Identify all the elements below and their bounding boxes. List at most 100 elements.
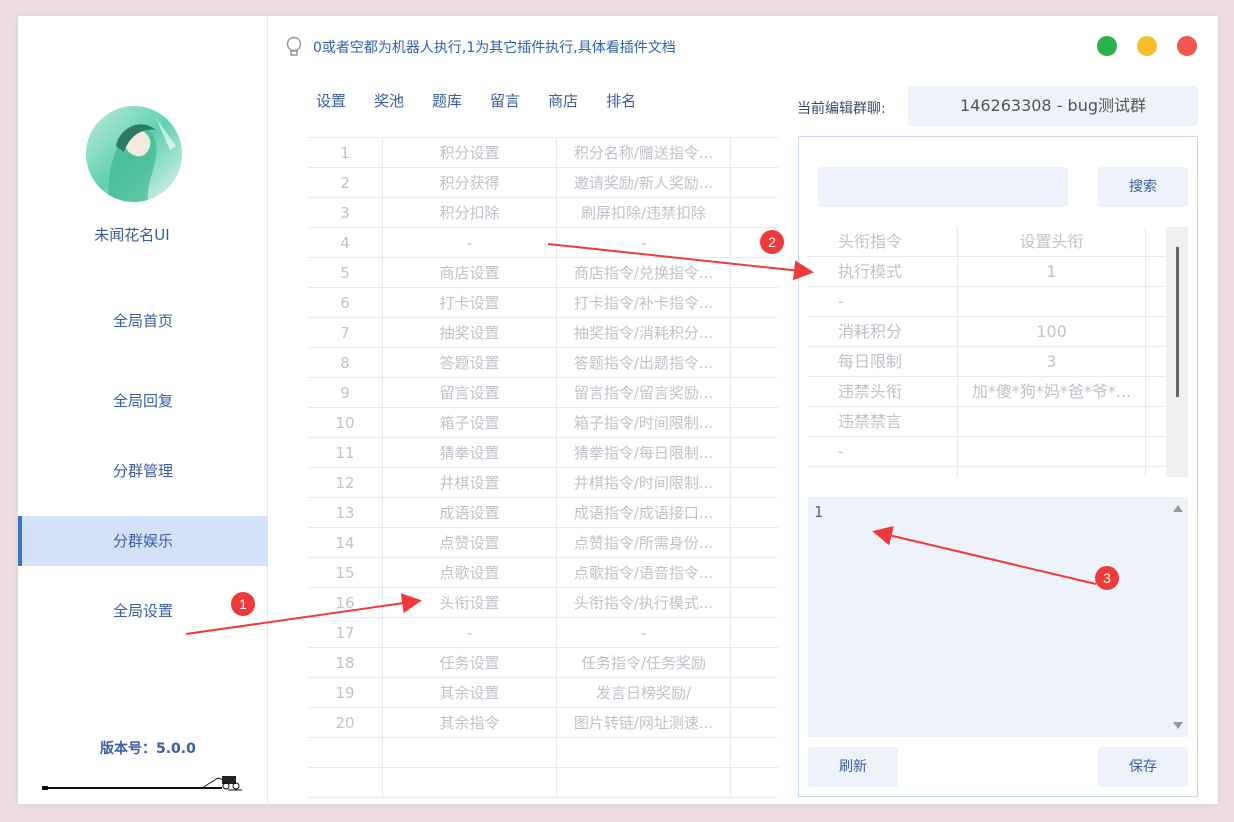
nav-group-manage[interactable]: 分群管理 xyxy=(18,446,268,496)
table-row[interactable]: 3 积分扣除 刷屏扣除/违禁扣除 xyxy=(308,198,778,228)
table-row[interactable]: 19 其余设置 发言日榜奖励/ xyxy=(308,678,778,708)
row-desc: 点赞指令/所需身份... xyxy=(557,528,731,557)
row-desc: 任务指令/任务奖励 xyxy=(557,648,731,677)
property-row[interactable]: 执行模式 1 xyxy=(808,257,1188,287)
table-row[interactable]: 11 猜拳设置 猜拳指令/每日限制... xyxy=(308,438,778,468)
row-index: 5 xyxy=(308,258,383,287)
property-value: 3 xyxy=(958,347,1146,376)
tab-ranking[interactable]: 排名 xyxy=(606,90,636,111)
row-name: - xyxy=(383,228,557,257)
nav-global-home[interactable]: 全局首页 xyxy=(18,296,268,346)
refresh-button[interactable]: 刷新 xyxy=(808,747,898,787)
row-spacer xyxy=(731,318,778,347)
nav-group-entertainment[interactable]: 分群娱乐 xyxy=(18,516,268,566)
table-row[interactable]: 5 商店设置 商店指令/兑换指令... xyxy=(308,258,778,288)
property-row[interactable]: 消耗积分 100 xyxy=(808,317,1188,347)
table-row[interactable]: 7 抽奖设置 抽奖指令/消耗积分... xyxy=(308,318,778,348)
row-desc: 箱子指令/时间限制... xyxy=(557,408,731,437)
property-row[interactable]: 违禁禁言 xyxy=(808,407,1188,437)
property-scrollbar[interactable] xyxy=(1166,227,1188,477)
table-row[interactable]: 9 留言设置 留言指令/留言奖励... xyxy=(308,378,778,408)
search-input[interactable] xyxy=(818,167,1068,207)
row-desc: 邀请奖励/新人奖励... xyxy=(557,168,731,197)
table-row[interactable]: 18 任务设置 任务指令/任务奖励 xyxy=(308,648,778,678)
row-desc: 头衔指令/执行模式... xyxy=(557,588,731,617)
nav-global-settings[interactable]: 全局设置 xyxy=(18,586,268,636)
row-spacer xyxy=(731,528,778,557)
loading-bar-graphic xyxy=(42,772,252,792)
property-row[interactable]: 每日限制 3 xyxy=(808,347,1188,377)
row-index: 3 xyxy=(308,198,383,227)
tip-bar: 0或者空都为机器人执行,1为其它插件执行,具体看插件文档 xyxy=(285,36,676,58)
tab-messages[interactable]: 留言 xyxy=(490,90,520,111)
annotation-badge-2: 2 xyxy=(760,230,784,254)
row-index: 14 xyxy=(308,528,383,557)
row-name: 成语设置 xyxy=(383,498,557,527)
table-row[interactable]: 2 积分获得 邀请奖励/新人奖励... xyxy=(308,168,778,198)
group-label: 当前编辑群聊: xyxy=(797,101,886,117)
row-index: 11 xyxy=(308,438,383,467)
scrollbar-thumb[interactable] xyxy=(1176,247,1179,397)
row-desc: 井棋指令/时间限制... xyxy=(557,468,731,497)
property-row[interactable]: 头衔指令 设置头衔 xyxy=(808,227,1188,257)
row-name: 点赞设置 xyxy=(383,528,557,557)
row-name: 井棋设置 xyxy=(383,468,557,497)
row-index: 19 xyxy=(308,678,383,707)
table-row[interactable]: 16 头衔设置 头衔指令/执行模式... xyxy=(308,588,778,618)
username: 未闻花名UI xyxy=(94,226,170,244)
row-name: 答题设置 xyxy=(383,348,557,377)
row-desc: 积分名称/赠送指令... xyxy=(557,138,731,167)
table-row[interactable] xyxy=(308,738,778,768)
tab-shop[interactable]: 商店 xyxy=(548,90,578,111)
editor-panel: 搜索 头衔指令 设置头衔 执行模式 1- 消耗积分 100 每日限制 3 违禁头衔 加*傻*狗*妈… xyxy=(798,136,1198,797)
settings-table: 1 积分设置 积分名称/赠送指令... 2 积分获得 邀请奖励/新人奖励... 3 积分扣除刷… xyxy=(308,137,778,798)
row-name: - xyxy=(383,618,557,647)
property-row[interactable] xyxy=(808,467,1188,477)
row-index: 8 xyxy=(308,348,383,377)
minimize-button[interactable] xyxy=(1137,36,1157,56)
table-row[interactable]: 17- - xyxy=(308,618,778,648)
property-row[interactable]: - xyxy=(808,437,1188,467)
row-name: 打卡设置 xyxy=(383,288,557,317)
row-desc: - xyxy=(557,618,731,647)
nav-global-reply[interactable]: 全局回复 xyxy=(18,376,268,426)
table-row[interactable]: 10 箱子设置 箱子指令/时间限制... xyxy=(308,408,778,438)
scroll-down-icon[interactable] xyxy=(1173,722,1183,729)
tab-questions[interactable]: 题库 xyxy=(432,90,462,111)
tip-text: 0或者空都为机器人执行,1为其它插件执行,具体看插件文档 xyxy=(313,40,676,56)
row-name: 积分设置 xyxy=(383,138,557,167)
value-editor[interactable]: 1 xyxy=(808,497,1188,737)
sidebar: 未闻花名UI 全局首页 全局回复 分群管理 分群娱乐 全局设置 版本号：5.0.… xyxy=(18,16,268,804)
close-button[interactable] xyxy=(1177,36,1197,56)
row-desc: 刷屏扣除/违禁扣除 xyxy=(557,198,731,227)
table-row[interactable]: 20 其余指令 图片转链/网址测速... xyxy=(308,708,778,738)
row-name: 商店设置 xyxy=(383,258,557,287)
table-row[interactable]: 14 点赞设置 点赞指令/所需身份... xyxy=(308,528,778,558)
row-index: 15 xyxy=(308,558,383,587)
tab-jackpot[interactable]: 奖池 xyxy=(374,90,404,111)
save-button[interactable]: 保存 xyxy=(1098,747,1188,787)
group-selector[interactable]: 146263308 - bug测试群 xyxy=(908,86,1198,126)
table-row[interactable]: 15 点歌设置 点歌指令/语音指令... xyxy=(308,558,778,588)
row-index: 10 xyxy=(308,408,383,437)
table-row[interactable]: 4-- xyxy=(308,228,778,258)
scroll-up-icon[interactable] xyxy=(1173,505,1183,512)
property-row[interactable]: 违禁头衔 加*傻*狗*妈*爸*爷*... xyxy=(808,377,1188,407)
table-row[interactable]: 8 答题设置 答题指令/出题指令... xyxy=(308,348,778,378)
table-row[interactable]: 6 打卡设置 打卡指令/补卡指令... xyxy=(308,288,778,318)
search-button[interactable]: 搜索 xyxy=(1098,167,1188,207)
tab-settings[interactable]: 设置 xyxy=(316,90,346,111)
row-spacer xyxy=(731,618,778,647)
row-spacer xyxy=(731,708,778,737)
editor-scrollbar[interactable] xyxy=(1168,497,1188,737)
table-row[interactable]: 1 积分设置 积分名称/赠送指令... xyxy=(308,138,778,168)
property-row[interactable]: - xyxy=(808,287,1188,317)
table-row[interactable] xyxy=(308,768,778,798)
row-desc: 答题指令/出题指令... xyxy=(557,348,731,377)
tab-bar: 设置 奖池 题库 留言 商店 排名 xyxy=(316,90,664,111)
app-window: 未闻花名UI 全局首页 全局回复 分群管理 分群娱乐 全局设置 版本号：5.0.… xyxy=(18,16,1218,804)
table-row[interactable]: 13 成语设置 成语指令/成语接口... xyxy=(308,498,778,528)
table-row[interactable]: 12 井棋设置 井棋指令/时间限制... xyxy=(308,468,778,498)
maximize-button[interactable] xyxy=(1097,36,1117,56)
annotation-badge-3: 3 xyxy=(1095,566,1119,590)
